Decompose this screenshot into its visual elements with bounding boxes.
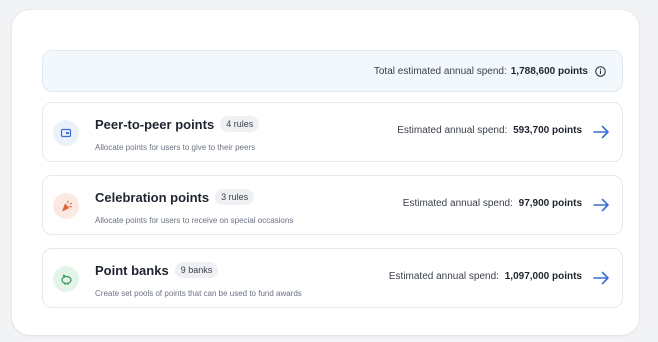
program-title: Point banks bbox=[95, 262, 169, 278]
row-title-group: Point banks 9 banks bbox=[95, 262, 219, 278]
spend-label: Estimated annual spend: bbox=[402, 198, 513, 209]
arrow-right-icon[interactable] bbox=[592, 197, 610, 213]
rule-count-badge: 3 rules bbox=[215, 189, 255, 205]
bank-count-badge: 9 banks bbox=[174, 262, 219, 278]
piggy-bank-icon bbox=[53, 266, 79, 292]
wallet-icon bbox=[53, 120, 79, 146]
spend-label: Estimated annual spend: bbox=[388, 271, 499, 282]
row-title-group: Celebration points 3 rules bbox=[95, 189, 255, 205]
total-spend-label: Total estimated annual spend: bbox=[373, 65, 507, 77]
info-icon[interactable] bbox=[595, 65, 606, 77]
arrow-right-icon[interactable] bbox=[592, 270, 610, 286]
program-description: Allocate points for users to give to the… bbox=[95, 143, 256, 152]
spend-label: Estimated annual spend: bbox=[397, 125, 508, 136]
total-spend-summary: Total estimated annual spend: 1,788,600 … bbox=[42, 50, 623, 92]
spend-value: 593,700 points bbox=[513, 125, 582, 136]
rule-count-badge: 4 rules bbox=[220, 116, 260, 132]
program-row-peer-to-peer[interactable]: Peer-to-peer points 4 rules Allocate poi… bbox=[42, 102, 623, 162]
program-spend: Estimated annual spend: 97,900 points bbox=[403, 198, 582, 209]
arrow-right-icon[interactable] bbox=[592, 124, 610, 140]
program-title: Peer-to-peer points bbox=[95, 116, 215, 132]
program-spend: Estimated annual spend: 593,700 points bbox=[397, 125, 582, 136]
program-title: Celebration points bbox=[95, 189, 210, 205]
row-title-group: Peer-to-peer points 4 rules bbox=[95, 116, 260, 132]
program-row-point-banks[interactable]: Point banks 9 banks Create set pools of … bbox=[42, 248, 623, 308]
spend-value: 1,097,000 points bbox=[504, 271, 582, 282]
program-description: Allocate points for users to receive on … bbox=[95, 216, 294, 225]
party-popper-icon bbox=[53, 193, 79, 219]
program-description: Create set pools of points that can be u… bbox=[95, 289, 302, 298]
spend-value: 97,900 points bbox=[518, 198, 582, 209]
point-programs-card: Total estimated annual spend: 1,788,600 … bbox=[12, 10, 639, 335]
total-spend-value: 1,788,600 points bbox=[510, 65, 588, 77]
program-spend: Estimated annual spend: 1,097,000 points bbox=[389, 271, 582, 282]
program-row-celebration[interactable]: Celebration points 3 rules Allocate poin… bbox=[42, 175, 623, 235]
